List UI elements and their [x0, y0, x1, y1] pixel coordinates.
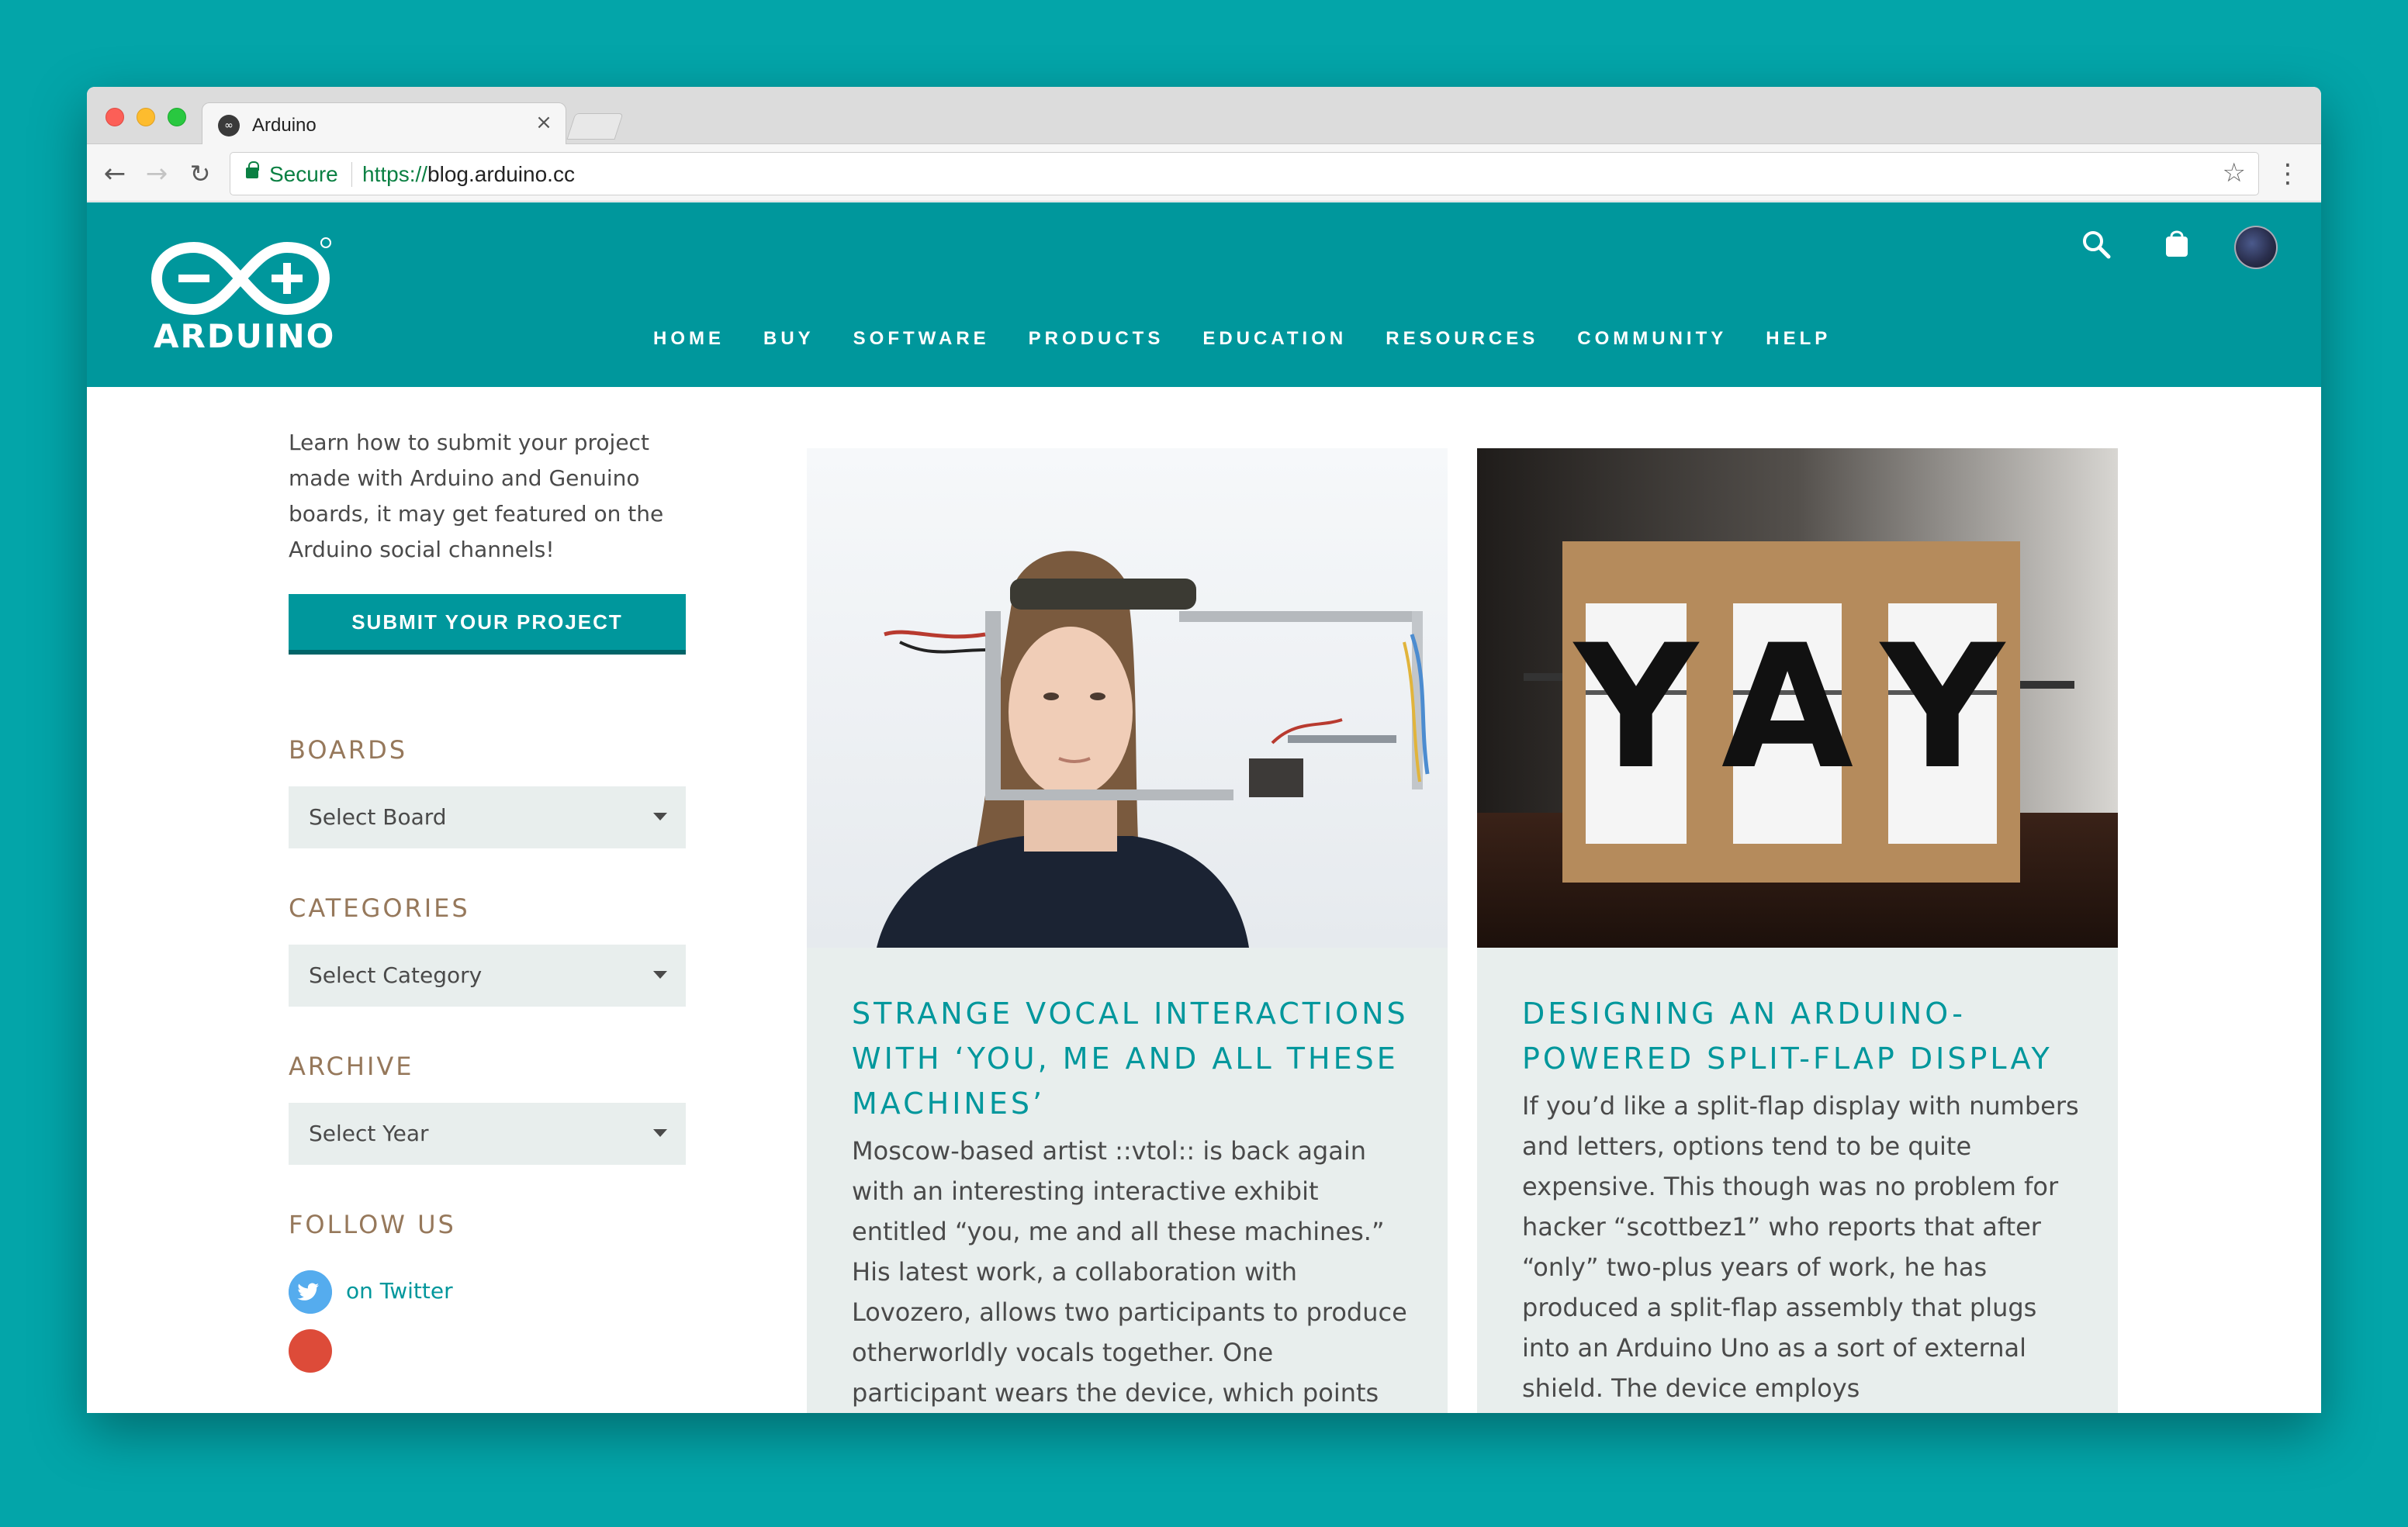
post-excerpt: Moscow-based artist ::vtol:: is back aga… — [852, 1136, 1407, 1408]
sidebar: Learn how to submit your project made wi… — [289, 425, 686, 1373]
url-divider — [351, 162, 352, 187]
logo-wordmark: ARDUINO — [154, 317, 336, 355]
chevron-down-icon — [653, 1129, 667, 1137]
split-flap-display-image: Y A Y — [1477, 448, 2118, 948]
reload-icon[interactable]: ↻ — [185, 158, 216, 189]
url-host: blog.arduino.cc — [427, 162, 575, 186]
post-card[interactable]: Y A Y DESIGNING AN ARDUINO-POWERED SPLIT… — [1477, 448, 2118, 1413]
lock-icon — [246, 161, 259, 178]
tab-close-icon[interactable]: × — [533, 112, 555, 133]
secure-label: Secure — [269, 162, 338, 186]
browser-titlebar: ∞ Arduino × — [87, 87, 2321, 146]
post-image-split-flap[interactable]: Y A Y — [1477, 448, 2118, 948]
post-title[interactable]: DESIGNING AN ARDUINO-POWERED SPLIT-FLAP … — [1522, 991, 2081, 1081]
browser-menu-icon[interactable]: ⋮ — [2275, 158, 2301, 189]
url-text[interactable]: https://blog.arduino.cc — [362, 162, 575, 187]
forward-arrow-icon[interactable]: → — [141, 158, 172, 189]
nav-resources[interactable]: RESOURCES — [1386, 328, 1538, 350]
address-bar[interactable]: Secure https://blog.arduino.cc ☆ — [230, 152, 2259, 195]
nav-products[interactable]: PRODUCTS — [1029, 328, 1164, 350]
nav-help[interactable]: HELP — [1766, 328, 1831, 350]
flap-letter-1: Y — [1572, 608, 1700, 807]
arduino-favicon-icon: ∞ — [218, 115, 240, 136]
flap-letter-3: Y — [1878, 608, 2006, 807]
flap-letter-2: A — [1721, 608, 1853, 807]
follow-us-heading: FOLLOW US — [289, 1210, 456, 1239]
bookmark-star-icon[interactable]: ☆ — [2223, 157, 2246, 188]
nav-home[interactable]: HOME — [653, 328, 725, 350]
post-card[interactable]: STRANGE VOCAL INTERACTIONS WITH ‘YOU, ME… — [807, 448, 1448, 1413]
twitter-link[interactable]: on Twitter — [289, 1270, 686, 1373]
arduino-logo[interactable]: ARDUINO — [147, 233, 334, 365]
submit-project-button[interactable]: SUBMIT YOUR PROJECT — [289, 594, 686, 655]
maximize-window-button[interactable] — [168, 108, 186, 126]
board-select-value: Select Board — [309, 804, 447, 830]
browser-window: ∞ Arduino × ← → ↻ Secure https://blog.ar… — [87, 87, 2321, 1413]
year-select[interactable]: Select Year — [289, 1103, 686, 1165]
minimize-window-button[interactable] — [137, 108, 155, 126]
shopping-bag-icon[interactable] — [2163, 227, 2191, 258]
category-select-value: Select Category — [309, 962, 483, 988]
google-plus-icon[interactable] — [289, 1329, 332, 1373]
back-arrow-icon[interactable]: ← — [99, 158, 130, 189]
search-icon[interactable] — [2081, 229, 2112, 260]
post-title[interactable]: STRANGE VOCAL INTERACTIONS WITH ‘YOU, ME… — [852, 991, 1410, 1126]
browser-toolbar: ← → ↻ Secure https://blog.arduino.cc ☆ ⋮ — [87, 144, 2321, 202]
arduino-infinity-logo-icon — [150, 237, 331, 316]
archive-heading: ARCHIVE — [289, 1052, 414, 1081]
new-tab-button[interactable] — [566, 113, 624, 140]
url-scheme: https:// — [362, 162, 428, 186]
woman-head-device-image — [807, 448, 1448, 948]
categories-heading: CATEGORIES — [289, 893, 470, 923]
nav-community[interactable]: COMMUNITY — [1577, 328, 1727, 350]
nav-software[interactable]: SOFTWARE — [853, 328, 990, 350]
tab-title: Arduino — [252, 115, 317, 136]
main-nav: HOME BUY SOFTWARE PRODUCTS EDUCATION RES… — [653, 328, 1870, 350]
twitter-label: on Twitter — [346, 1278, 453, 1304]
boards-heading: BOARDS — [289, 735, 408, 765]
category-select[interactable]: Select Category — [289, 945, 686, 1007]
site-header: ARDUINO HOME BUY SOFTWARE PRODUCTS EDUCA… — [87, 202, 2321, 387]
chevron-down-icon — [653, 971, 667, 979]
board-select[interactable]: Select Board — [289, 786, 686, 848]
twitter-icon — [289, 1270, 332, 1314]
user-avatar[interactable] — [2234, 226, 2278, 269]
close-window-button[interactable] — [106, 108, 124, 126]
post-excerpt: If you’d like a split-flap display with … — [1522, 1091, 2079, 1403]
year-select-value: Select Year — [309, 1121, 429, 1146]
nav-buy[interactable]: BUY — [763, 328, 815, 350]
nav-education[interactable]: EDUCATION — [1202, 328, 1347, 350]
post-image-vocal-device[interactable] — [807, 448, 1448, 948]
submit-intro-text: Learn how to submit your project made wi… — [289, 430, 664, 562]
chevron-down-icon — [653, 813, 667, 821]
browser-tab[interactable]: ∞ Arduino × — [202, 102, 566, 146]
